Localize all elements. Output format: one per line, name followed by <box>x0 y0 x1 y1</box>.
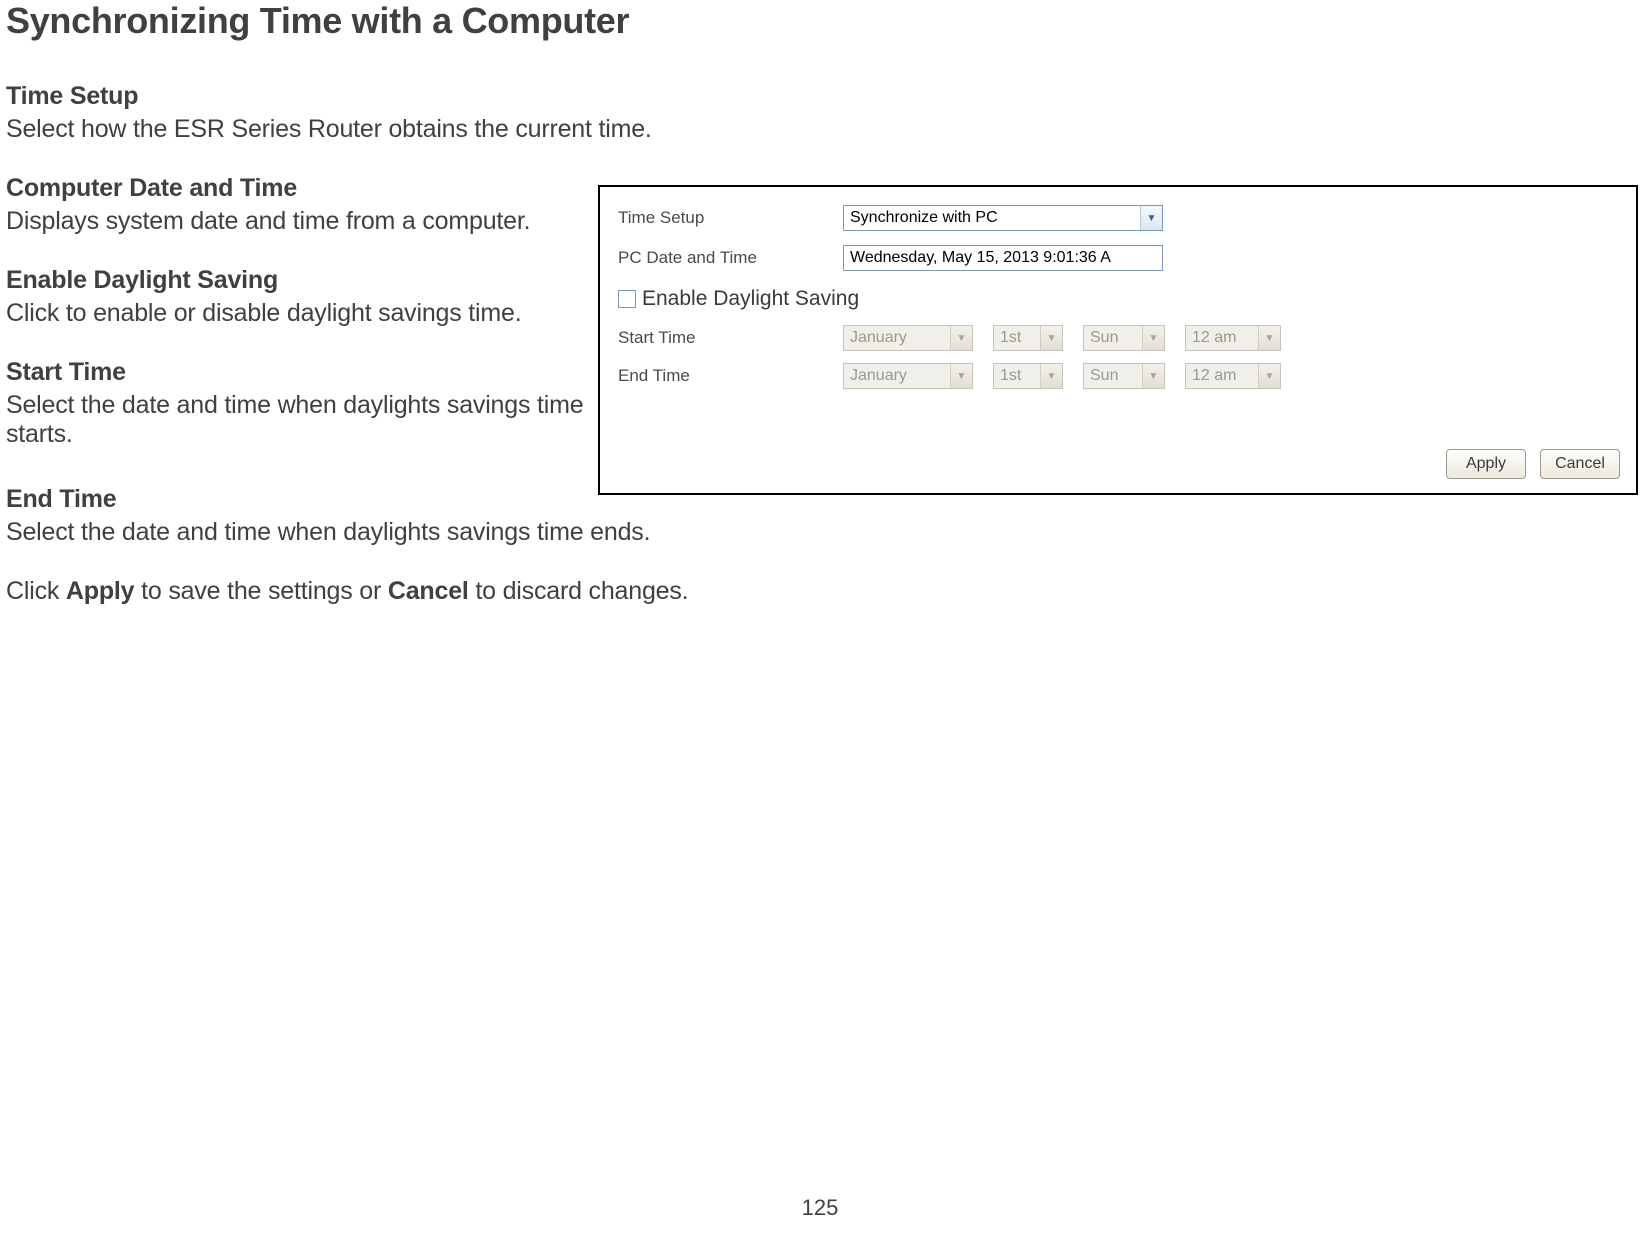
select-start-hour[interactable]: 12 am ▼ <box>1185 325 1281 351</box>
chevron-down-icon: ▼ <box>1258 326 1280 350</box>
select-start-dow[interactable]: Sun ▼ <box>1083 325 1165 351</box>
chevron-down-icon: ▼ <box>950 364 972 388</box>
select-time-setup[interactable]: Synchronize with PC ▼ <box>843 205 1163 231</box>
input-pc-date-time-value: Wednesday, May 15, 2013 9:01:36 A <box>850 249 1111 267</box>
select-end-dow[interactable]: Sun ▼ <box>1083 363 1165 389</box>
checkbox-row-daylight[interactable]: Enable Daylight Saving <box>618 287 1618 311</box>
body-time-setup: Select how the ESR Series Router obtains… <box>6 115 1634 144</box>
select-start-day[interactable]: 1st ▼ <box>993 325 1063 351</box>
label-end-time: End Time <box>618 366 843 386</box>
heading-enable-daylight: Enable Daylight Saving <box>6 266 596 295</box>
select-start-month-value: January <box>850 329 950 347</box>
chevron-down-icon: ▼ <box>950 326 972 350</box>
footer-cancel-word: Cancel <box>388 577 469 605</box>
chevron-down-icon: ▼ <box>1142 326 1164 350</box>
select-start-month[interactable]: January ▼ <box>843 325 973 351</box>
footer-suffix: to discard changes. <box>469 577 689 605</box>
select-end-hour-value: 12 am <box>1192 367 1258 385</box>
body-end-time: Select the date and time when daylights … <box>6 518 1634 547</box>
heading-start-time: Start Time <box>6 358 596 387</box>
chevron-down-icon: ▼ <box>1040 326 1062 350</box>
select-end-day[interactable]: 1st ▼ <box>993 363 1063 389</box>
chevron-down-icon: ▼ <box>1040 364 1062 388</box>
footer-mid: to save the settings or <box>134 577 387 605</box>
checkbox-daylight-label: Enable Daylight Saving <box>642 287 859 311</box>
chevron-down-icon: ▼ <box>1142 364 1164 388</box>
chevron-down-icon: ▼ <box>1140 206 1162 230</box>
label-pc-date-time: PC Date and Time <box>618 248 843 268</box>
chevron-down-icon: ▼ <box>1258 364 1280 388</box>
body-computer-date-time: Displays system date and time from a com… <box>6 207 596 236</box>
select-end-dow-value: Sun <box>1090 367 1142 385</box>
footer-prefix: Click <box>6 577 66 605</box>
select-end-month[interactable]: January ▼ <box>843 363 973 389</box>
select-start-day-value: 1st <box>1000 329 1040 347</box>
page-title: Synchronizing Time with a Computer <box>6 0 1634 42</box>
apply-button[interactable]: Apply <box>1446 449 1526 479</box>
select-start-dow-value: Sun <box>1090 329 1142 347</box>
heading-time-setup: Time Setup <box>6 82 1634 111</box>
select-end-day-value: 1st <box>1000 367 1040 385</box>
select-end-month-value: January <box>850 367 950 385</box>
label-start-time: Start Time <box>618 328 843 348</box>
page-number: 125 <box>0 1195 1640 1221</box>
time-settings-panel: Time Setup Synchronize with PC ▼ PC Date… <box>598 185 1638 495</box>
body-enable-daylight: Click to enable or disable daylight savi… <box>6 299 596 328</box>
heading-computer-date-time: Computer Date and Time <box>6 174 596 203</box>
checkbox-daylight[interactable] <box>618 290 636 308</box>
body-start-time: Select the date and time when daylights … <box>6 391 596 449</box>
footer-instruction: Click Apply to save the settings or Canc… <box>6 577 1634 606</box>
cancel-button[interactable]: Cancel <box>1540 449 1620 479</box>
select-time-setup-value: Synchronize with PC <box>850 209 1140 227</box>
select-end-hour[interactable]: 12 am ▼ <box>1185 363 1281 389</box>
select-start-hour-value: 12 am <box>1192 329 1258 347</box>
input-pc-date-time[interactable]: Wednesday, May 15, 2013 9:01:36 A <box>843 245 1163 271</box>
label-time-setup: Time Setup <box>618 208 843 228</box>
footer-apply-word: Apply <box>66 577 134 605</box>
